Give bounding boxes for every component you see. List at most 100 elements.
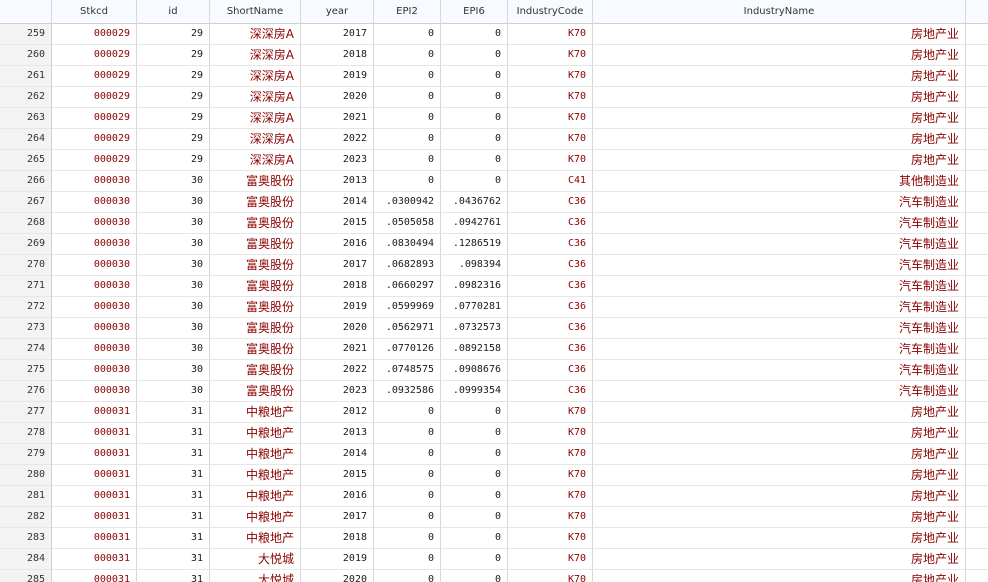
cell-epi2[interactable]: .0682893 (374, 255, 441, 276)
cell-industryname[interactable]: 汽车制造业 (593, 318, 966, 339)
cell-epi6[interactable]: .1286519 (441, 234, 508, 255)
cell-rownum[interactable]: 275 (0, 360, 52, 381)
cell-industrycode[interactable]: C36 (508, 381, 593, 402)
cell-id[interactable]: 31 (137, 465, 210, 486)
cell-id[interactable]: 30 (137, 276, 210, 297)
cell-year[interactable]: 2021 (301, 339, 374, 360)
cell-industrycode[interactable]: C41 (508, 171, 593, 192)
cell-shortname[interactable]: 中粮地产 (210, 444, 301, 465)
cell-industrycode[interactable]: C36 (508, 297, 593, 318)
cell-stkcd[interactable]: 000031 (52, 465, 137, 486)
cell-id[interactable]: 30 (137, 192, 210, 213)
cell-shortname[interactable]: 中粮地产 (210, 402, 301, 423)
cell-industrycode[interactable]: C36 (508, 339, 593, 360)
cell-industryname[interactable]: 房地产业 (593, 528, 966, 549)
cell-year[interactable]: 2019 (301, 297, 374, 318)
cell-industrycode[interactable]: K70 (508, 45, 593, 66)
cell-epi6[interactable]: .0999354 (441, 381, 508, 402)
cell-industryname[interactable]: 房地产业 (593, 444, 966, 465)
cell-epi6[interactable]: 0 (441, 45, 508, 66)
cell-year[interactable]: 2023 (301, 381, 374, 402)
cell-industrycode[interactable]: K70 (508, 570, 593, 582)
cell-shortname[interactable]: 深深房A (210, 150, 301, 171)
cell-year[interactable]: 2013 (301, 171, 374, 192)
cell-industrycode[interactable]: C36 (508, 318, 593, 339)
cell-rownum[interactable]: 282 (0, 507, 52, 528)
cell-epi6[interactable]: .0892158 (441, 339, 508, 360)
cell-id[interactable]: 30 (137, 213, 210, 234)
cell-industryname[interactable]: 汽车制造业 (593, 255, 966, 276)
cell-stkcd[interactable]: 000031 (52, 528, 137, 549)
cell-stkcd[interactable]: 000031 (52, 444, 137, 465)
cell-stkcd[interactable]: 000030 (52, 276, 137, 297)
cell-industrycode[interactable]: C36 (508, 255, 593, 276)
cell-shortname[interactable]: 深深房A (210, 87, 301, 108)
cell-epi2[interactable]: 0 (374, 45, 441, 66)
cell-industrycode[interactable]: K70 (508, 486, 593, 507)
cell-shortname[interactable]: 中粮地产 (210, 423, 301, 444)
cell-industrycode[interactable]: K70 (508, 129, 593, 150)
cell-year[interactable]: 2020 (301, 318, 374, 339)
cell-rownum[interactable]: 261 (0, 66, 52, 87)
cell-year[interactable]: 2019 (301, 549, 374, 570)
cell-industryname[interactable]: 房地产业 (593, 45, 966, 66)
cell-epi2[interactable]: .0830494 (374, 234, 441, 255)
cell-stkcd[interactable]: 000029 (52, 129, 137, 150)
cell-id[interactable]: 31 (137, 528, 210, 549)
cell-epi6[interactable]: 0 (441, 570, 508, 582)
cell-epi2[interactable]: 0 (374, 423, 441, 444)
cell-year[interactable]: 2014 (301, 192, 374, 213)
cell-stkcd[interactable]: 000029 (52, 87, 137, 108)
cell-year[interactable]: 2015 (301, 465, 374, 486)
cell-epi6[interactable]: 0 (441, 171, 508, 192)
cell-shortname[interactable]: 富奥股份 (210, 339, 301, 360)
cell-industrycode[interactable]: C36 (508, 192, 593, 213)
cell-industrycode[interactable]: K70 (508, 549, 593, 570)
cell-industrycode[interactable]: K70 (508, 444, 593, 465)
cell-shortname[interactable]: 富奥股份 (210, 276, 301, 297)
cell-epi6[interactable]: .0982316 (441, 276, 508, 297)
cell-rownum[interactable]: 281 (0, 486, 52, 507)
cell-id[interactable]: 29 (137, 45, 210, 66)
cell-industryname[interactable]: 房地产业 (593, 402, 966, 423)
cell-epi2[interactable]: .0505058 (374, 213, 441, 234)
header-industrycode[interactable]: IndustryCode (508, 0, 593, 24)
cell-shortname[interactable]: 中粮地产 (210, 528, 301, 549)
cell-rownum[interactable]: 285 (0, 570, 52, 582)
cell-epi2[interactable]: 0 (374, 108, 441, 129)
cell-industryname[interactable]: 房地产业 (593, 87, 966, 108)
cell-industryname[interactable]: 汽车制造业 (593, 339, 966, 360)
cell-year[interactable]: 2018 (301, 528, 374, 549)
cell-epi6[interactable]: 0 (441, 150, 508, 171)
cell-rownum[interactable]: 269 (0, 234, 52, 255)
cell-year[interactable]: 2012 (301, 402, 374, 423)
cell-industryname[interactable]: 房地产业 (593, 465, 966, 486)
cell-epi2[interactable]: 0 (374, 528, 441, 549)
cell-year[interactable]: 2020 (301, 87, 374, 108)
cell-id[interactable]: 31 (137, 444, 210, 465)
cell-id[interactable]: 30 (137, 339, 210, 360)
cell-industrycode[interactable]: K70 (508, 108, 593, 129)
cell-rownum[interactable]: 279 (0, 444, 52, 465)
cell-industryname[interactable]: 房地产业 (593, 24, 966, 45)
cell-industrycode[interactable]: K70 (508, 423, 593, 444)
cell-industryname[interactable]: 汽车制造业 (593, 192, 966, 213)
cell-industrycode[interactable]: C36 (508, 276, 593, 297)
cell-epi6[interactable]: 0 (441, 423, 508, 444)
cell-id[interactable]: 30 (137, 297, 210, 318)
cell-epi6[interactable]: 0 (441, 108, 508, 129)
cell-industrycode[interactable]: K70 (508, 24, 593, 45)
header-year[interactable]: year (301, 0, 374, 24)
cell-epi2[interactable]: 0 (374, 171, 441, 192)
cell-stkcd[interactable]: 000030 (52, 381, 137, 402)
cell-rownum[interactable]: 277 (0, 402, 52, 423)
cell-stkcd[interactable]: 000030 (52, 318, 137, 339)
cell-industrycode[interactable]: K70 (508, 507, 593, 528)
cell-epi2[interactable]: 0 (374, 402, 441, 423)
cell-industrycode[interactable]: C36 (508, 213, 593, 234)
cell-epi6[interactable]: .0908676 (441, 360, 508, 381)
cell-epi2[interactable]: 0 (374, 444, 441, 465)
cell-industryname[interactable]: 汽车制造业 (593, 381, 966, 402)
cell-epi6[interactable]: .0942761 (441, 213, 508, 234)
cell-epi2[interactable]: 0 (374, 486, 441, 507)
